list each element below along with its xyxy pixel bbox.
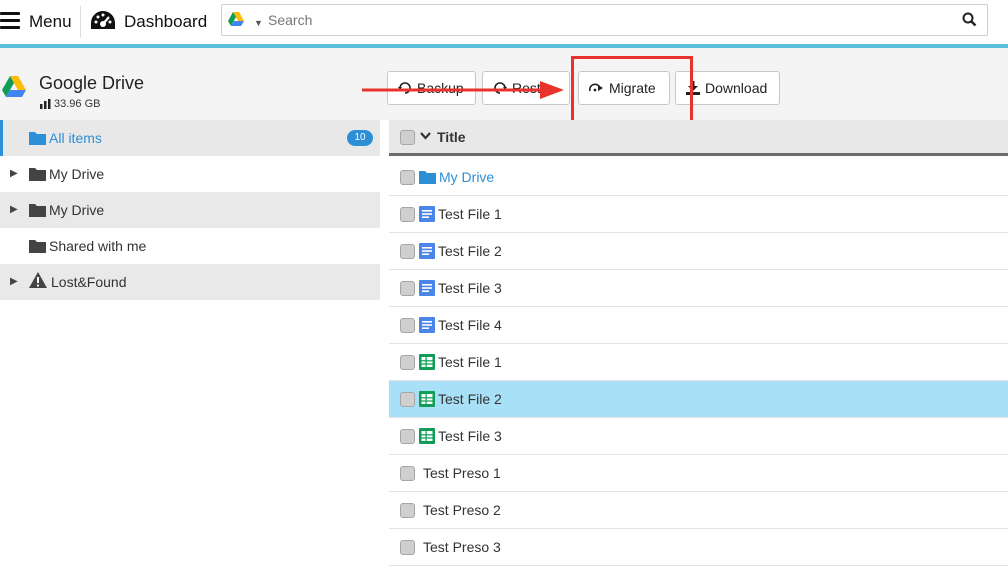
download-button[interactable]: Download bbox=[675, 71, 780, 105]
file-name[interactable]: Test File 4 bbox=[438, 317, 502, 333]
row-checkbox[interactable] bbox=[400, 392, 415, 407]
warning-icon bbox=[29, 272, 47, 288]
doc-icon bbox=[419, 243, 435, 259]
folder-icon bbox=[29, 204, 46, 217]
search-icon[interactable] bbox=[962, 12, 977, 27]
hamburger-icon bbox=[0, 12, 20, 30]
table-row[interactable]: Test File 3 bbox=[389, 270, 1008, 307]
file-name[interactable]: Test Preso 1 bbox=[423, 465, 501, 481]
table-row[interactable]: Test File 4 bbox=[389, 307, 1008, 344]
row-checkbox[interactable] bbox=[400, 503, 415, 518]
file-name[interactable]: Test Preso 2 bbox=[423, 502, 501, 518]
row-checkbox[interactable] bbox=[400, 281, 415, 296]
menu-button[interactable]: Menu bbox=[0, 0, 80, 44]
sidebar-item-label: All items bbox=[49, 130, 102, 146]
search-box: ▼ bbox=[221, 4, 988, 36]
sidebar-item-shared-with-me[interactable]: Shared with me bbox=[0, 228, 380, 264]
sidebar-item-my-drive[interactable]: ▶ My Drive bbox=[0, 156, 380, 192]
migrate-label: Migrate bbox=[609, 80, 656, 96]
caret-right-icon[interactable]: ▶ bbox=[10, 204, 18, 215]
sidebar: All items 10 ▶ My Drive ▶ My Drive Share… bbox=[0, 120, 380, 568]
count-badge: 10 bbox=[347, 130, 373, 146]
search-provider-dropdown[interactable]: ▼ bbox=[228, 11, 263, 29]
list-header: Title bbox=[389, 120, 1008, 156]
dashboard-button[interactable]: Dashboard bbox=[88, 0, 213, 44]
row-checkbox[interactable] bbox=[400, 318, 415, 333]
google-drive-icon bbox=[228, 12, 244, 26]
top-bar: Menu Dashboard ▼ bbox=[0, 0, 1008, 44]
chevron-down-icon[interactable] bbox=[419, 129, 432, 142]
doc-icon bbox=[419, 206, 435, 222]
row-checkbox[interactable] bbox=[400, 244, 415, 259]
dashboard-gauge-icon bbox=[91, 11, 115, 29]
table-row[interactable]: Test Preso 2 bbox=[389, 492, 1008, 529]
file-list: Title My Drive Test File 1 Test File 2 T… bbox=[389, 120, 1008, 568]
storage-bars-icon bbox=[40, 99, 51, 109]
table-row-selected[interactable]: Test File 2 bbox=[389, 381, 1008, 418]
file-name[interactable]: Test File 2 bbox=[438, 391, 502, 407]
sidebar-item-label: My Drive bbox=[49, 202, 105, 218]
restore-icon bbox=[493, 81, 507, 95]
migrate-icon bbox=[589, 82, 604, 95]
dashboard-label: Dashboard bbox=[124, 12, 208, 31]
title-column-header[interactable]: Title bbox=[437, 129, 466, 145]
search-input[interactable] bbox=[268, 5, 948, 35]
google-drive-logo bbox=[2, 76, 26, 97]
row-checkbox[interactable] bbox=[400, 207, 415, 222]
file-name[interactable]: Test File 2 bbox=[438, 243, 502, 259]
sheet-icon bbox=[419, 428, 435, 444]
table-row[interactable]: My Drive bbox=[389, 159, 1008, 196]
sidebar-item-my-drive[interactable]: ▶ My Drive bbox=[0, 192, 380, 228]
table-row[interactable]: Test Preso 3 bbox=[389, 529, 1008, 566]
sidebar-item-label: My Drive bbox=[49, 166, 105, 182]
caret-right-icon[interactable]: ▶ bbox=[10, 168, 18, 179]
folder-icon bbox=[419, 171, 436, 184]
folder-icon bbox=[29, 240, 46, 253]
file-name[interactable]: Test File 1 bbox=[438, 206, 502, 222]
file-name[interactable]: Test Preso 3 bbox=[423, 539, 501, 555]
caret-right-icon[interactable]: ▶ bbox=[10, 276, 18, 287]
chevron-down-icon: ▼ bbox=[254, 18, 263, 28]
sidebar-item-all-items[interactable]: All items 10 bbox=[0, 120, 380, 156]
file-name[interactable]: Test File 3 bbox=[438, 428, 502, 444]
sidebar-item-lost-found[interactable]: ▶ Lost&Found bbox=[0, 264, 380, 300]
sidebar-item-label: Lost&Found bbox=[51, 274, 127, 290]
select-all-checkbox[interactable] bbox=[400, 130, 415, 145]
table-row[interactable]: Test File 1 bbox=[389, 196, 1008, 233]
backup-label: Backup bbox=[417, 80, 464, 96]
row-checkbox[interactable] bbox=[400, 429, 415, 444]
table-row[interactable]: Test File 1 bbox=[389, 344, 1008, 381]
backup-icon bbox=[398, 81, 412, 95]
row-checkbox[interactable] bbox=[400, 540, 415, 555]
row-checkbox[interactable] bbox=[400, 466, 415, 481]
row-checkbox[interactable] bbox=[400, 170, 415, 185]
source-title: Google Drive bbox=[39, 73, 145, 93]
sheet-icon bbox=[419, 391, 435, 407]
menu-label: Menu bbox=[29, 12, 72, 31]
sheet-icon bbox=[419, 354, 435, 370]
sidebar-item-label: Shared with me bbox=[49, 238, 147, 254]
restore-button[interactable]: Resto bbox=[482, 71, 570, 105]
download-label: Download bbox=[705, 80, 768, 96]
folder-icon bbox=[29, 132, 46, 145]
restore-label: Resto bbox=[512, 80, 549, 96]
backup-button[interactable]: Backup bbox=[387, 71, 476, 105]
doc-icon bbox=[419, 317, 435, 333]
file-name[interactable]: Test File 1 bbox=[438, 354, 502, 370]
row-checkbox[interactable] bbox=[400, 355, 415, 370]
storage-size: 33.96 GB bbox=[54, 98, 101, 110]
top-divider bbox=[80, 6, 81, 38]
file-name[interactable]: Test File 3 bbox=[438, 280, 502, 296]
table-row[interactable]: Test File 3 bbox=[389, 418, 1008, 455]
table-row[interactable]: Test File 2 bbox=[389, 233, 1008, 270]
file-name[interactable]: My Drive bbox=[439, 169, 494, 185]
download-icon bbox=[686, 81, 700, 95]
doc-icon bbox=[419, 280, 435, 296]
migrate-button[interactable]: Migrate bbox=[578, 71, 670, 105]
folder-icon bbox=[29, 168, 46, 181]
table-row[interactable]: Test Preso 1 bbox=[389, 455, 1008, 492]
